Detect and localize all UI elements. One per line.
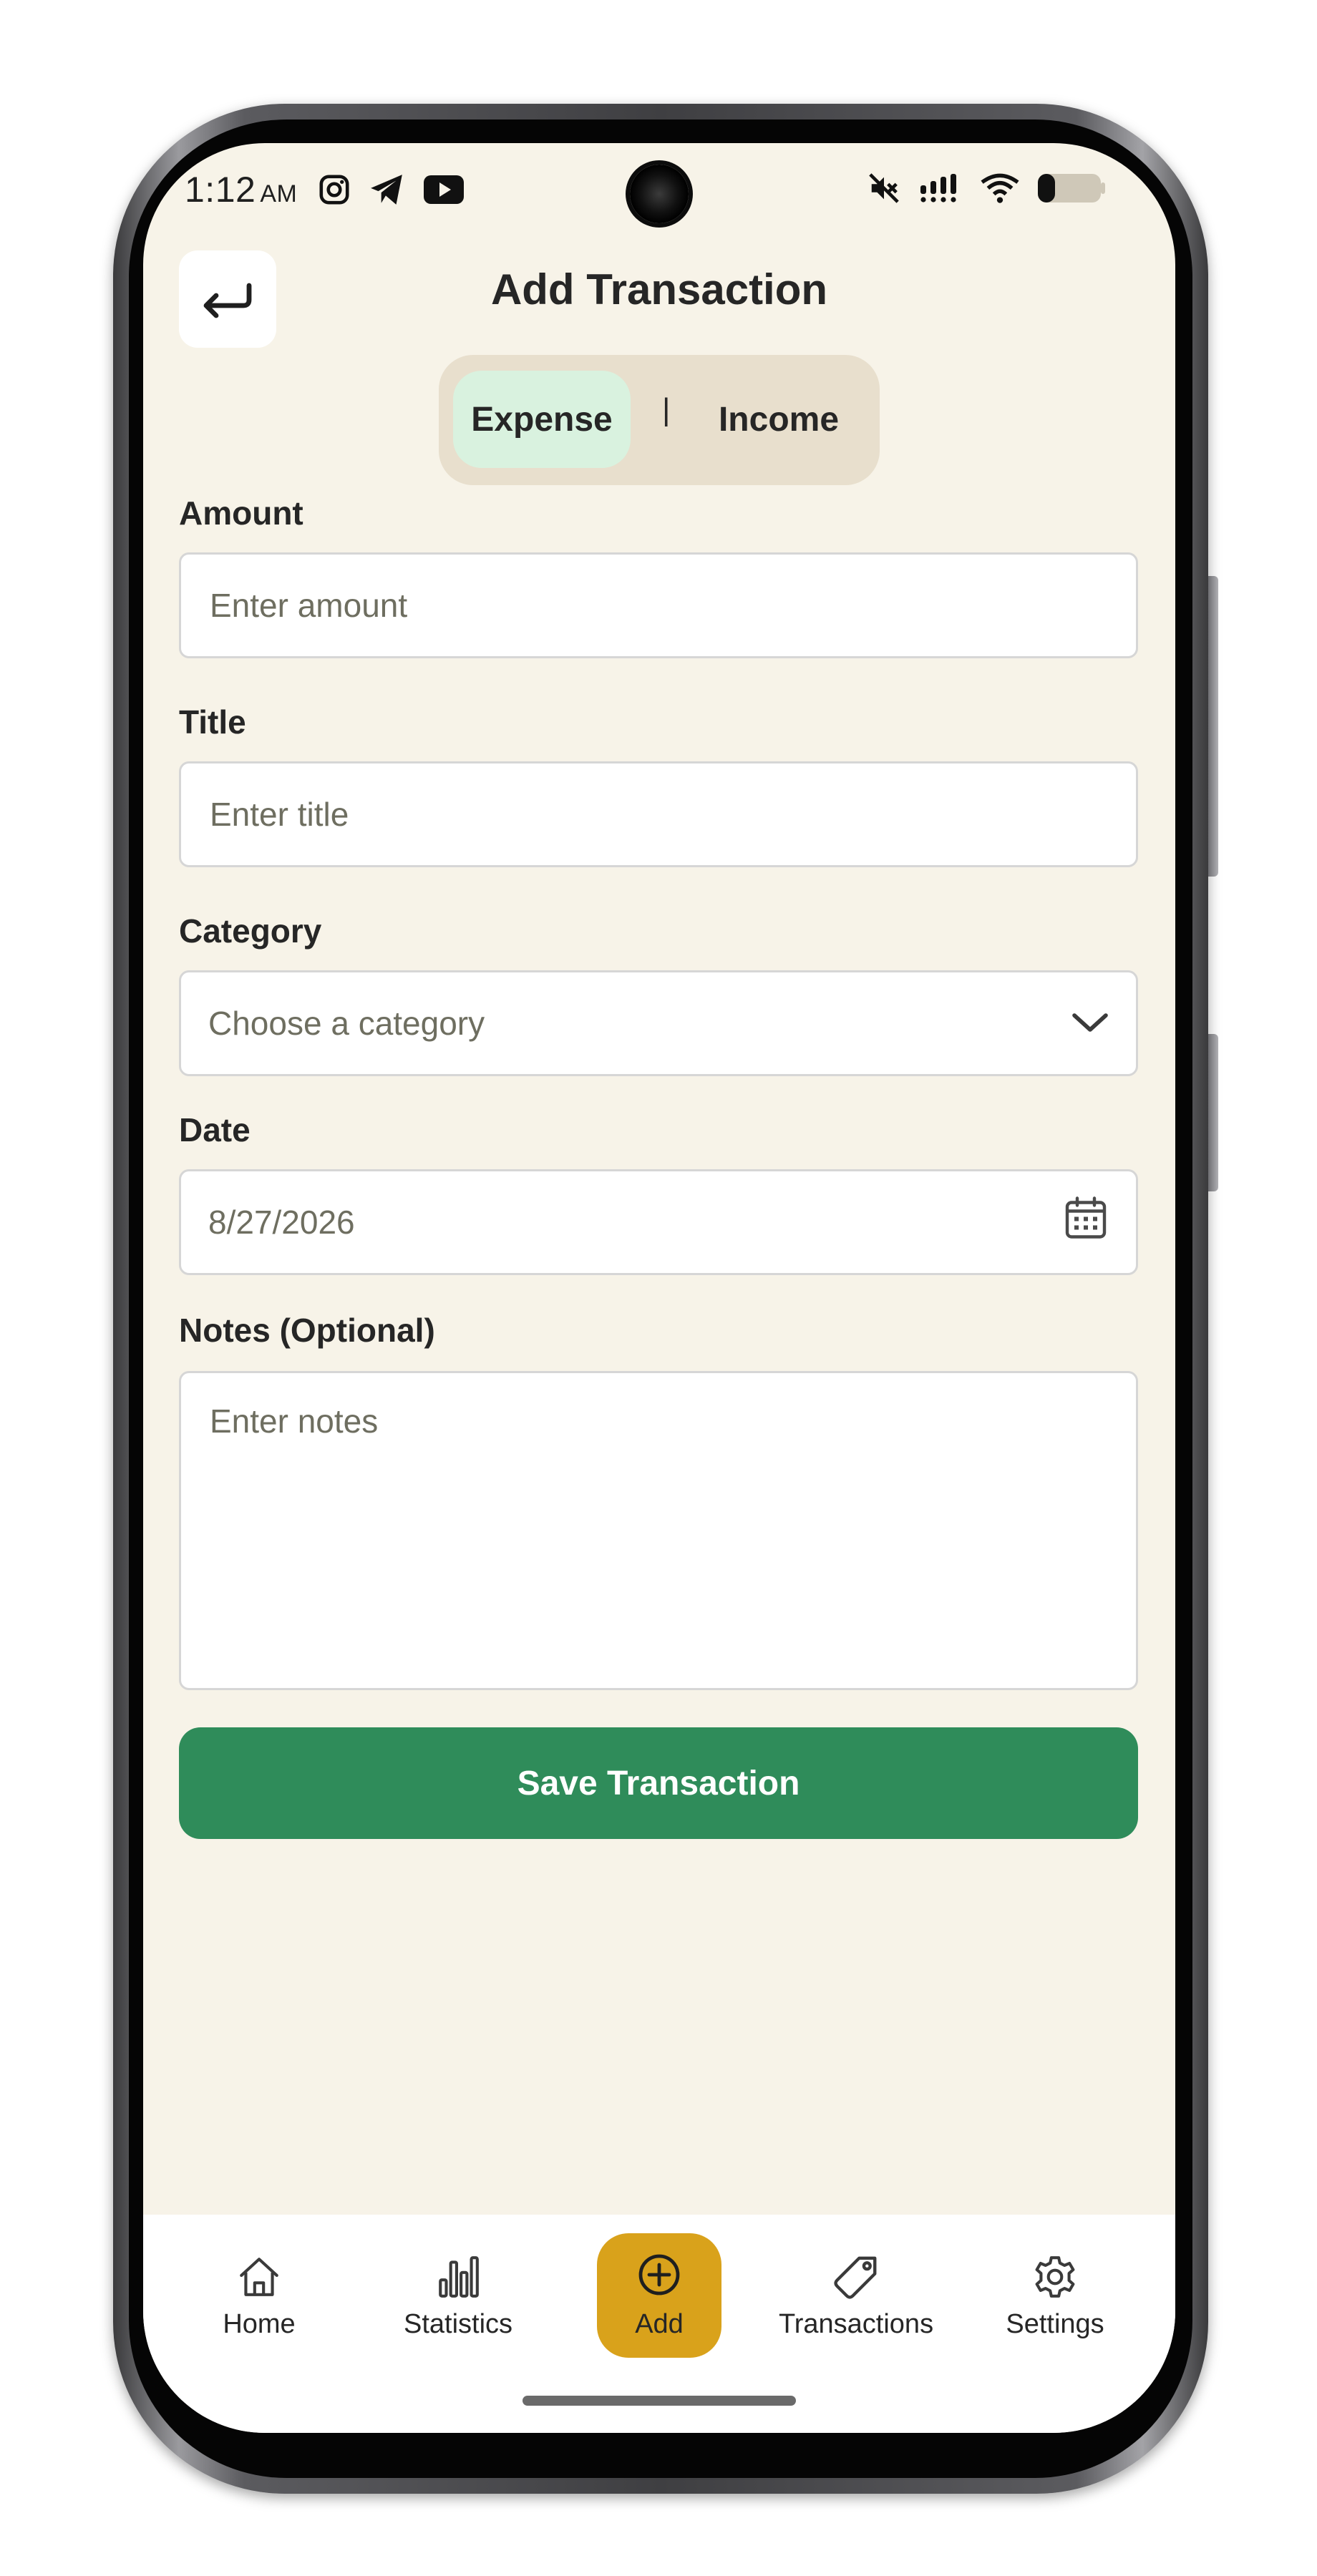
instagram-icon: [318, 173, 351, 210]
power-button: [1208, 1034, 1218, 1191]
calendar-icon[interactable]: [1063, 1196, 1109, 1249]
notes-field-container: [179, 1371, 1138, 1690]
amount-input[interactable]: [208, 585, 1136, 625]
category-select[interactable]: Choose a category: [179, 970, 1138, 1076]
volume-button: [1208, 576, 1218, 877]
status-icons-right: [868, 172, 1107, 208]
chevron-down-icon: [1071, 1004, 1109, 1043]
date-value: 8/27/2026: [208, 1204, 355, 1241]
youtube-icon: [424, 175, 464, 208]
tag-icon: [831, 2249, 881, 2305]
category-placeholder: Choose a category: [208, 1005, 485, 1042]
wifi-icon: [981, 172, 1019, 208]
transaction-type-toggle: Expense | Income: [439, 355, 880, 485]
status-bar: 1:12 AM: [143, 143, 1175, 240]
save-transaction-button[interactable]: Save Transaction: [179, 1727, 1138, 1839]
amount-label: Amount: [179, 494, 303, 532]
date-label: Date: [179, 1111, 251, 1148]
mute-icon: [868, 172, 900, 208]
date-field[interactable]: 8/27/2026: [179, 1169, 1138, 1275]
battery-icon: [1038, 172, 1107, 208]
nav-label-settings: Settings: [1006, 2309, 1104, 2339]
telegram-icon: [369, 173, 405, 210]
tab-income[interactable]: Income: [696, 371, 861, 468]
status-time: 1:12 AM: [185, 169, 297, 210]
signal-icon: [919, 173, 962, 207]
nav-item-transactions[interactable]: Transactions: [763, 2243, 949, 2365]
home-indicator[interactable]: [523, 2396, 796, 2406]
amount-field-container: [179, 552, 1138, 658]
app-screen: 1:12 AM Add Transaction Expense | Income…: [143, 143, 1175, 2433]
notes-label: Notes (Optional): [179, 1312, 435, 1349]
title-field-container: [179, 761, 1138, 867]
nav-item-home[interactable]: Home: [166, 2243, 352, 2365]
toggle-divider: |: [662, 392, 671, 427]
plus-circle-icon: [636, 2252, 682, 2305]
page-title: Add Transaction: [490, 265, 828, 313]
front-camera: [630, 165, 689, 223]
category-label: Category: [179, 912, 322, 950]
nav-label-home: Home: [223, 2309, 296, 2339]
nav-item-statistics[interactable]: Statistics: [365, 2243, 551, 2365]
nav-label-statistics: Statistics: [403, 2309, 513, 2339]
gear-icon: [1031, 2249, 1079, 2305]
bar-chart-icon: [434, 2249, 482, 2305]
status-icons-left: [318, 173, 464, 210]
notes-input[interactable]: [208, 1400, 1109, 1661]
nav-item-add[interactable]: Add: [597, 2233, 721, 2358]
title-input[interactable]: [208, 794, 1136, 834]
tab-expense[interactable]: Expense: [453, 371, 631, 468]
home-icon: [235, 2249, 283, 2305]
nav-label-transactions: Transactions: [778, 2309, 934, 2339]
nav-label-add: Add: [635, 2308, 684, 2339]
status-time-value: 1:12: [185, 170, 256, 210]
nav-item-settings[interactable]: Settings: [962, 2243, 1148, 2365]
title-label: Title: [179, 703, 246, 741]
status-time-ampm: AM: [260, 180, 298, 208]
